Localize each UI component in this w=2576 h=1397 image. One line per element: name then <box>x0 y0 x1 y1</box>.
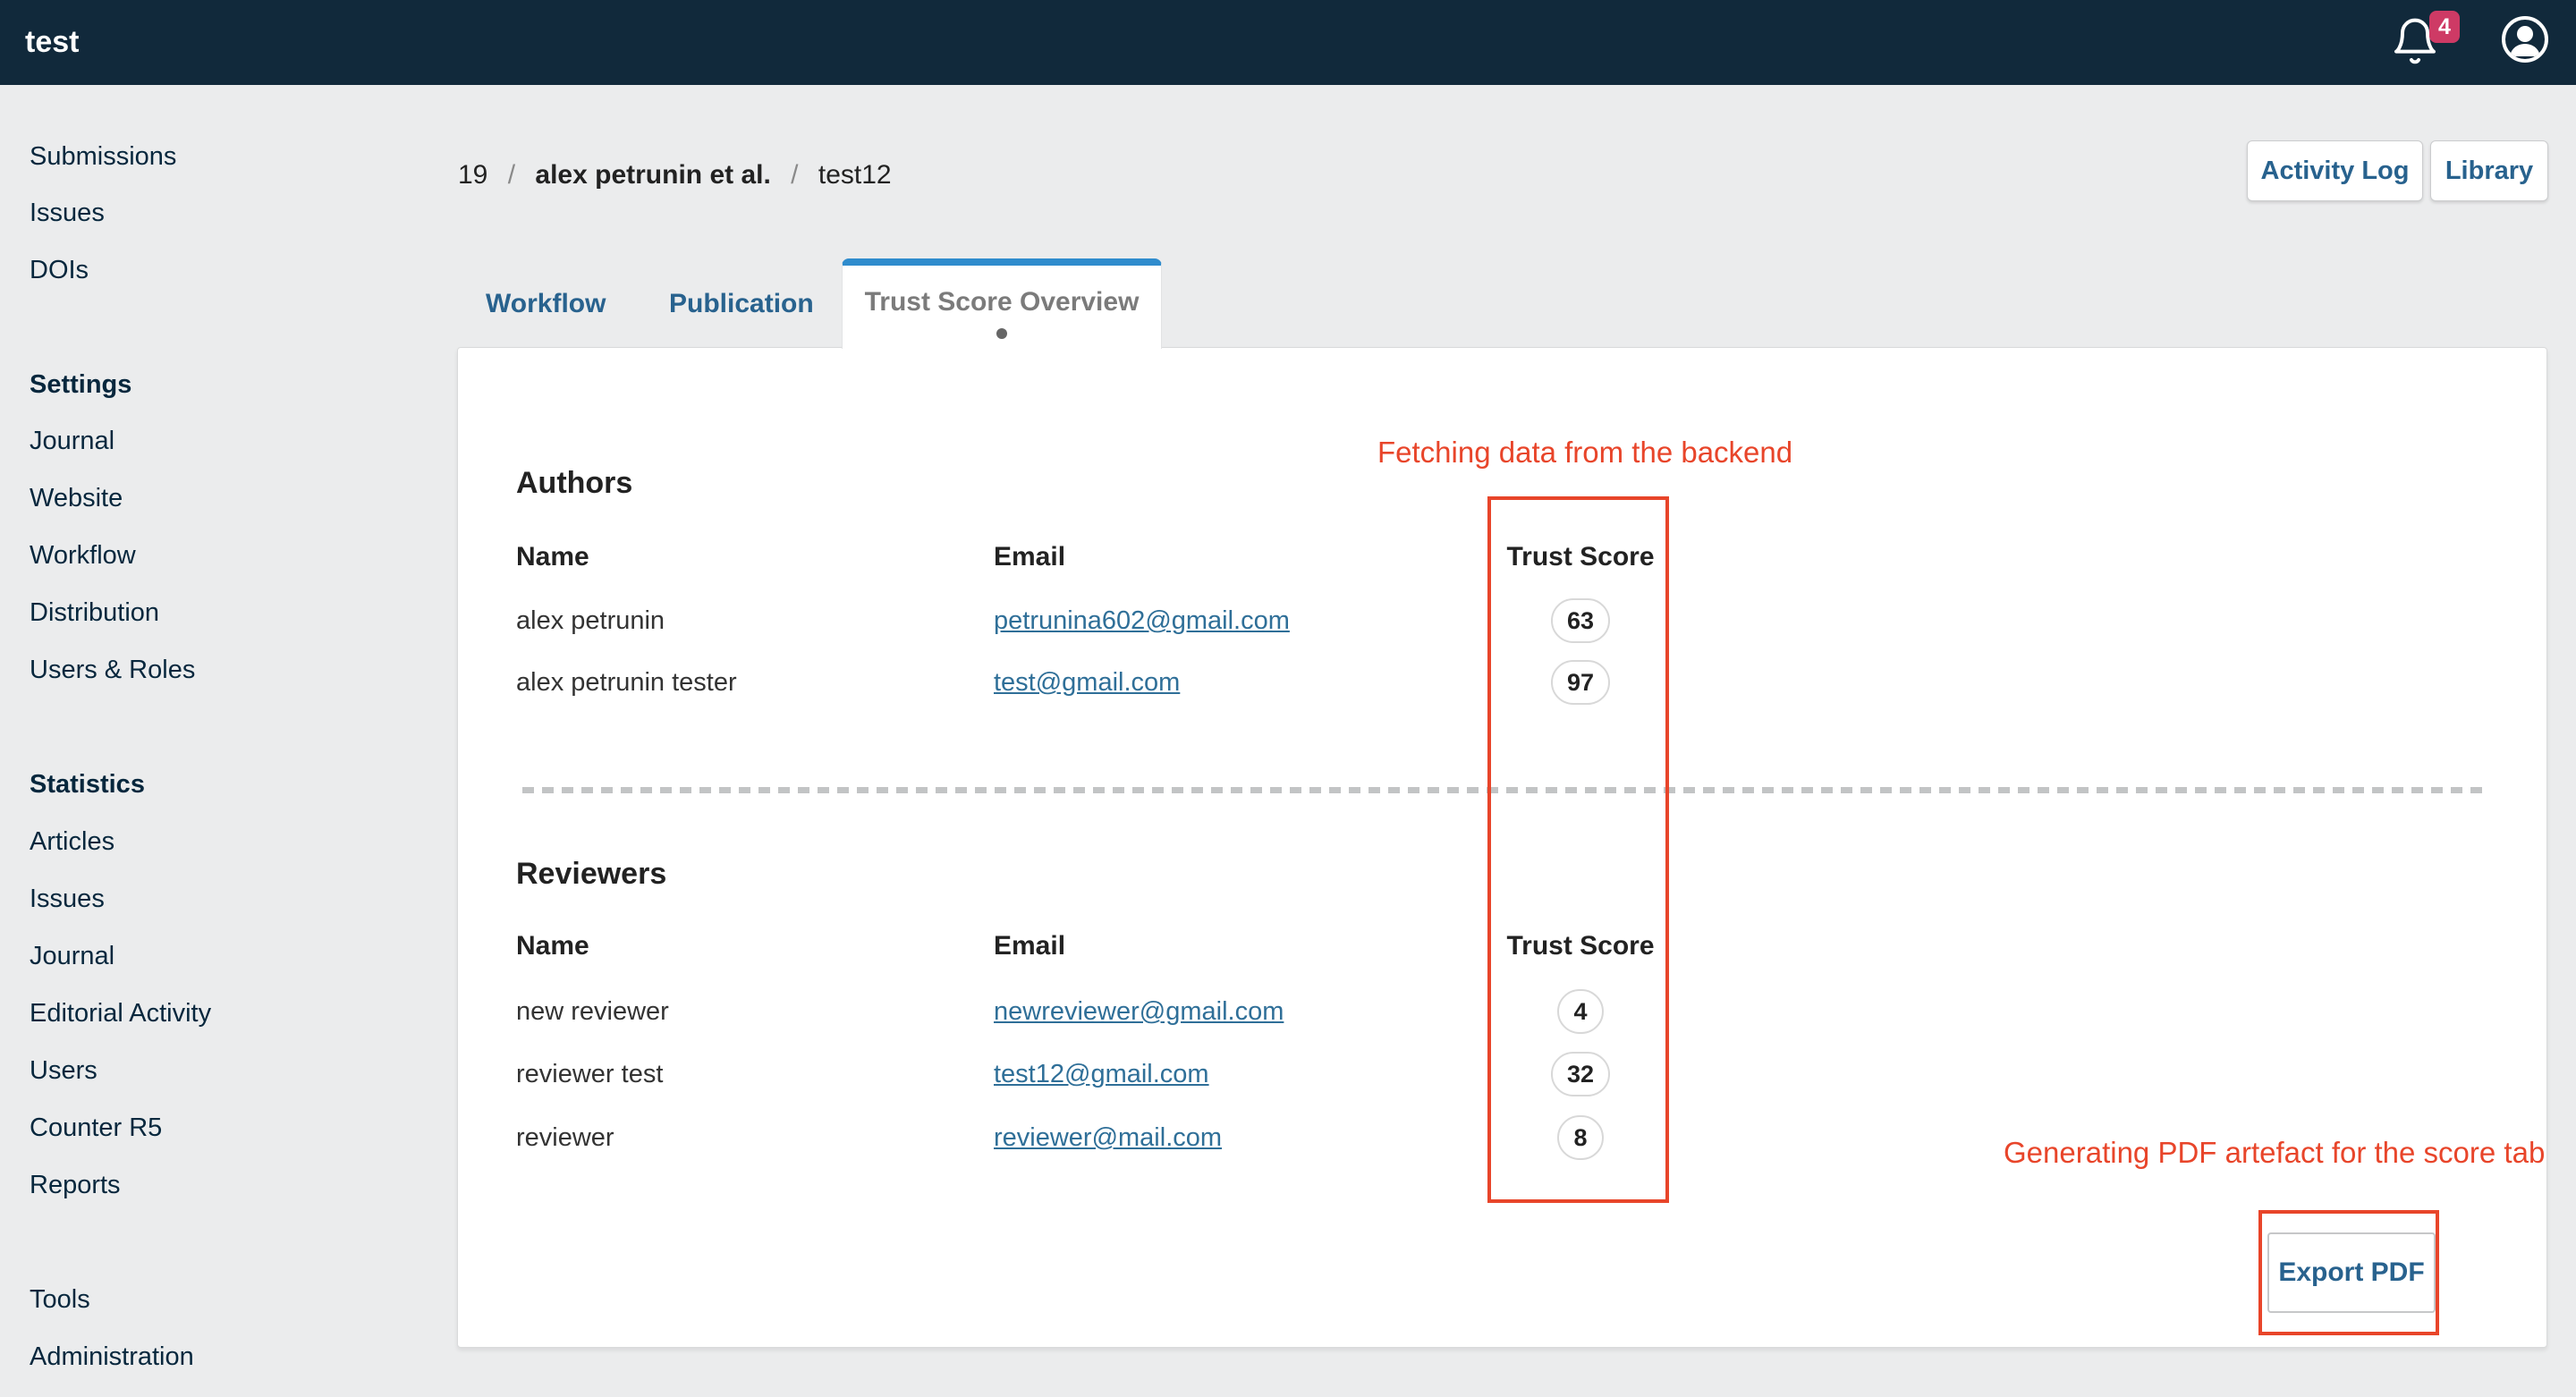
sidebar-item-reports[interactable]: Reports <box>30 1167 121 1203</box>
activity-log-button[interactable]: Activity Log <box>2247 140 2423 201</box>
reviewer-name: new reviewer <box>516 980 669 1043</box>
sidebar-item-stats-journal[interactable]: Journal <box>30 938 114 974</box>
user-avatar-icon <box>2500 14 2550 64</box>
sidebar-item-website[interactable]: Website <box>30 480 123 516</box>
breadcrumb-page: test12 <box>818 160 892 190</box>
column-header-name: Name <box>516 915 589 978</box>
sidebar-item-articles[interactable]: Articles <box>30 824 114 859</box>
trust-score-badge: 97 <box>1551 660 1610 705</box>
notification-badge: 4 <box>2429 11 2460 43</box>
sidebar-item-journal[interactable]: Journal <box>30 423 114 459</box>
reviewers-header-row: Name Email Trust Score <box>458 915 2546 978</box>
sidebar-item-submissions[interactable]: Submissions <box>30 139 176 174</box>
breadcrumb-id: 19 <box>458 160 487 190</box>
authors-heading: Authors <box>516 466 632 501</box>
breadcrumb: 19 / alex petrunin et al. / test12 <box>458 157 904 193</box>
user-menu-button[interactable] <box>2500 14 2550 64</box>
column-header-email: Email <box>994 526 1065 588</box>
trust-score-badge: 4 <box>1557 989 1603 1034</box>
author-email-link[interactable]: petrunina602@gmail.com <box>994 606 1290 635</box>
table-row: new reviewer newreviewer@gmail.com 4 <box>458 980 2546 1043</box>
library-button[interactable]: Library <box>2430 140 2548 201</box>
export-pdf-button[interactable]: Export PDF <box>2267 1232 2436 1313</box>
active-tab-dot <box>996 328 1007 339</box>
sidebar-header-statistics: Statistics <box>30 766 145 802</box>
annotation-fetching-data: Fetching data from the backend <box>1377 436 1792 470</box>
sidebar-item-stats-issues[interactable]: Issues <box>30 881 105 917</box>
authors-header-row: Name Email Trust Score <box>458 526 2546 588</box>
column-header-email: Email <box>994 915 1065 978</box>
breadcrumb-separator: / <box>508 160 515 190</box>
reviewer-name: reviewer <box>516 1106 614 1169</box>
sidebar-item-editorial-activity[interactable]: Editorial Activity <box>30 995 211 1031</box>
app-title: test <box>25 0 79 85</box>
sidebar-item-workflow[interactable]: Workflow <box>30 538 136 573</box>
tab-workflow[interactable]: Workflow <box>486 288 606 320</box>
reviewer-email-link[interactable]: newreviewer@gmail.com <box>994 997 1284 1026</box>
sidebar-item-counter-r5[interactable]: Counter R5 <box>30 1110 162 1146</box>
reviewers-heading: Reviewers <box>516 857 666 892</box>
sidebar-item-dois[interactable]: DOIs <box>30 252 89 288</box>
sidebar: Submissions Issues DOIs Settings Journal… <box>0 85 385 1397</box>
author-email-link[interactable]: test@gmail.com <box>994 668 1180 697</box>
column-header-trust-score: Trust Score <box>1470 526 1691 588</box>
tab-publication[interactable]: Publication <box>669 288 814 320</box>
column-header-trust-score: Trust Score <box>1470 915 1691 978</box>
notifications-button[interactable]: 4 <box>2390 16 2458 75</box>
table-row: alex petrunin petrunina602@gmail.com 63 <box>458 589 2546 652</box>
tab-trust-score-overview[interactable]: Trust Score Overview <box>842 258 1162 349</box>
trust-score-panel: Authors Name Email Trust Score alex petr… <box>457 347 2547 1348</box>
table-row: reviewer test test12@gmail.com 32 <box>458 1043 2546 1105</box>
table-row: alex petrunin tester test@gmail.com 97 <box>458 651 2546 714</box>
sidebar-item-users[interactable]: Users <box>30 1053 97 1088</box>
breadcrumb-submission-title: alex petrunin et al. <box>535 160 770 190</box>
sidebar-item-tools[interactable]: Tools <box>30 1282 90 1317</box>
trust-score-badge: 32 <box>1551 1052 1610 1096</box>
dashed-divider <box>522 787 2490 793</box>
author-name: alex petrunin <box>516 589 665 652</box>
sidebar-header-settings: Settings <box>30 367 131 402</box>
sidebar-item-administration[interactable]: Administration <box>30 1339 194 1375</box>
trust-score-badge: 63 <box>1551 598 1610 643</box>
sidebar-item-distribution[interactable]: Distribution <box>30 595 159 631</box>
sidebar-item-issues[interactable]: Issues <box>30 195 105 231</box>
trust-score-badge: 8 <box>1557 1115 1603 1160</box>
author-name: alex petrunin tester <box>516 651 737 714</box>
reviewer-email-link[interactable]: test12@gmail.com <box>994 1060 1209 1088</box>
reviewer-email-link[interactable]: reviewer@mail.com <box>994 1123 1222 1152</box>
breadcrumb-separator: / <box>791 160 798 190</box>
tab-label: Trust Score Overview <box>843 287 1161 318</box>
topbar: test 4 <box>0 0 2576 85</box>
annotation-generating-pdf: Generating PDF artefact for the score ta… <box>2004 1136 2545 1170</box>
reviewer-name: reviewer test <box>516 1043 663 1105</box>
column-header-name: Name <box>516 526 589 588</box>
sidebar-item-users-roles[interactable]: Users & Roles <box>30 652 195 688</box>
